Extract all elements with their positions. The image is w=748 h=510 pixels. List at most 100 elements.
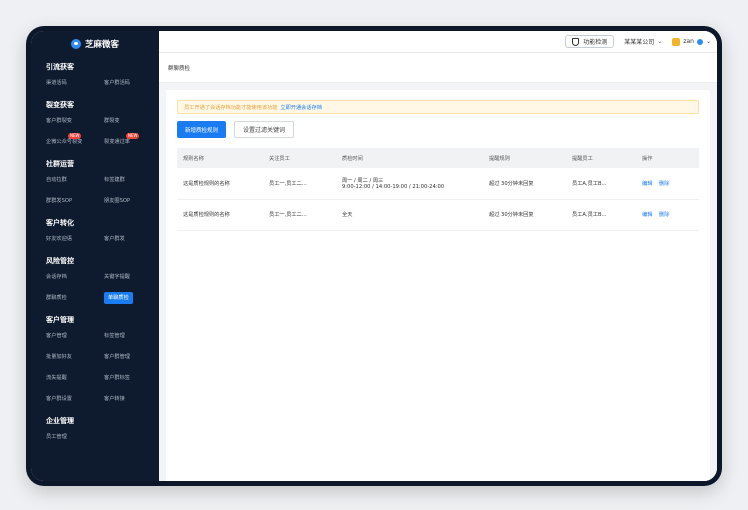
column-header: 提醒员工 bbox=[572, 155, 593, 162]
sidebar-item[interactable]: 客户管理 bbox=[46, 326, 104, 347]
sidebar-group-title: 客户转化 bbox=[46, 219, 74, 227]
filter-keywords-button[interactable]: 设置过滤关键词 bbox=[234, 121, 295, 138]
sidebar-item[interactable]: 群裂变 bbox=[104, 111, 159, 132]
sidebar-item[interactable]: 客户转接 bbox=[104, 389, 159, 410]
table-header-row: 规则名称 关注员工 质检时间 提醒规则 提醒员工 操作 bbox=[177, 148, 699, 168]
delete-link[interactable]: 删除 bbox=[659, 181, 669, 187]
add-rule-button[interactable]: 新增质检规则 bbox=[177, 121, 227, 138]
sidebar-group-title: 裂变获客 bbox=[46, 101, 74, 109]
sidebar-item-label: 客户群裂变 bbox=[46, 118, 72, 124]
sidebar-group-title: 企业管理 bbox=[46, 417, 74, 425]
rule-staff: 员工一,员工二... bbox=[269, 212, 307, 218]
app-window: 芝麻微客 引流获客渠道活码 客户群活码裂变获客客户群裂变 群裂变企微公众号裂变 NEW… bbox=[31, 31, 717, 481]
sidebar-item[interactable]: 企微公众号裂变 NEW bbox=[46, 132, 104, 153]
sidebar-item-label: 标签管理 bbox=[104, 333, 125, 339]
column-header: 提醒规则 bbox=[489, 155, 510, 162]
sidebar-item[interactable]: 客户群发 bbox=[104, 229, 159, 250]
column-header: 操作 bbox=[642, 155, 653, 162]
sidebar-item-label: 会话存档 bbox=[46, 274, 67, 280]
user-menu[interactable]: zan ⌄ bbox=[672, 37, 711, 46]
sidebar-item-label: 流失提醒 bbox=[46, 375, 67, 381]
sidebar-item[interactable]: 会话存档 bbox=[46, 267, 104, 288]
sidebar-item-label: 标签建群 bbox=[104, 177, 125, 183]
sidebar-item[interactable]: 朋友圈SOP bbox=[104, 191, 159, 212]
sidebar-group-title: 社群运营 bbox=[46, 160, 74, 168]
sidebar-group-title: 引流获客 bbox=[46, 63, 74, 71]
status-dot-icon bbox=[696, 38, 703, 45]
sidebar-group-title: 客户管理 bbox=[46, 316, 74, 324]
sidebar-item-label: 群聊质检 bbox=[46, 295, 67, 301]
rule-notify: 员工A,员工B... bbox=[572, 212, 607, 218]
sidebar-item[interactable]: 流失提醒 bbox=[46, 368, 104, 389]
function-check-button[interactable]: 功能检测 bbox=[565, 35, 615, 48]
sidebar-item[interactable]: 自动拉群 bbox=[46, 170, 104, 191]
sidebar-group: 客户管理 客户管理 标签管理 批量加好友 客户群管理 流失提醒 客户群标签 客户群设置 客户转接 bbox=[31, 314, 159, 410]
user-name: zan bbox=[683, 38, 694, 45]
sidebar-item-label: 单聊质检 bbox=[104, 292, 133, 304]
sidebar-item-label: 好友欢迎语 bbox=[46, 236, 72, 242]
company-name: 某某某公司 bbox=[624, 39, 655, 46]
sidebar-item[interactable]: 渠道活码 bbox=[46, 73, 104, 94]
app-logo[interactable]: 芝麻微客 bbox=[31, 34, 159, 54]
sidebar-item[interactable]: 标签建群 bbox=[104, 170, 159, 191]
sidebar-item-label: 客户转接 bbox=[104, 396, 125, 402]
sidebar-item-label: 朋友圈SOP bbox=[104, 198, 131, 204]
sidebar-item[interactable]: 群群发SOP bbox=[46, 191, 104, 212]
sidebar-item-grid: 渠道活码 客户群活码 bbox=[46, 73, 159, 94]
company-selector[interactable]: 某某某公司 ⌄ bbox=[624, 37, 662, 46]
function-check-label: 功能检测 bbox=[583, 39, 608, 46]
notice-bar: 员工开通了会话存档功能才能使用该功能 立即开通会话存档 bbox=[177, 100, 699, 114]
sidebar-item[interactable]: 裂变通过率 NEW bbox=[104, 132, 159, 153]
sidebar-item-label: 客户群管理 bbox=[104, 354, 130, 360]
edit-link[interactable]: 编辑 bbox=[642, 212, 652, 218]
sidebar-group: 风险管控 会话存档 关键字提醒 群聊质检 单聊质检 bbox=[31, 255, 159, 309]
sidebar-item[interactable]: 标签管理 bbox=[104, 326, 159, 347]
sidebar-item[interactable]: 客户群裂变 bbox=[46, 111, 104, 132]
app-name: 芝麻微客 bbox=[84, 40, 119, 50]
sidebar-item-label: 裂变通过率 bbox=[104, 139, 130, 145]
sidebar-item-grid: 客户群裂变 群裂变 企微公众号裂变 NEW 裂变通过率 NEW bbox=[46, 111, 159, 153]
sidebar-group: 客户转化好友欢迎语 客户群发 bbox=[31, 217, 159, 250]
sidebar-item-label: 自动拉群 bbox=[46, 177, 67, 183]
sidebar-item-grid: 客户管理 标签管理批量加好友 客户群管理流失提醒 客户群标签客户群设置 客户转接 bbox=[46, 326, 159, 410]
sidebar-item[interactable]: 关键字提醒 bbox=[104, 267, 159, 288]
notice-text: 员工开通了会话存档功能才能使用该功能 bbox=[184, 104, 278, 111]
sidebar-item-label: 渠道活码 bbox=[46, 80, 67, 86]
main-area: 功能检测 某某某公司 ⌄ zan ⌄ 群聊质检 员工开通了会话存档功能才能使用该… bbox=[159, 31, 717, 481]
rule-name: 这是质检规则的名称 bbox=[183, 180, 230, 187]
sidebar-group: 企业管理 员工管理 bbox=[31, 415, 159, 448]
sidebar-item-grid: 会话存档 关键字提醒群聊质检 单聊质检 bbox=[46, 267, 159, 309]
sidebar-item[interactable]: 客户群设置 bbox=[46, 389, 104, 410]
sidebar-item[interactable]: 客户群活码 bbox=[104, 73, 159, 94]
sidebar-item[interactable]: 群聊质检 bbox=[46, 288, 104, 309]
top-bar: 功能检测 某某某公司 ⌄ zan ⌄ bbox=[159, 31, 717, 53]
sidebar-item[interactable]: 批量加好友 bbox=[46, 347, 104, 368]
sidebar-item[interactable]: 好友欢迎语 bbox=[46, 229, 104, 250]
rule-name: 这是质检规则的名称 bbox=[183, 212, 230, 218]
table-row: 这是质检规则的名称 员工一,员工二... 周一 / 周二 / 周三 9:00-1… bbox=[177, 168, 699, 199]
sidebar-item-label: 客户群活码 bbox=[104, 80, 130, 86]
new-badge: NEW bbox=[68, 133, 82, 139]
sidebar-item-label: 企微公众号裂变 bbox=[46, 139, 83, 145]
rule-reminder: 超过 30分钟未回复 bbox=[489, 180, 534, 187]
notice-link[interactable]: 立即开通会话存档 bbox=[280, 104, 322, 111]
sidebar-item-label: 批量加好友 bbox=[46, 354, 72, 360]
sidebar-item[interactable]: 客户群标签 bbox=[104, 368, 159, 389]
sidebar-item[interactable]: 单聊质检 bbox=[104, 288, 159, 309]
sidebar-group: 裂变获客 客户群裂变 群裂变 企微公众号裂变 NEW 裂变通过率 NEW bbox=[31, 99, 159, 153]
sidebar-group: 社群运营自动拉群 标签建群群群发SOP 朋友圈SOP bbox=[31, 158, 159, 212]
rule-notify: 员工A,员工B... bbox=[572, 180, 607, 187]
sidebar-item[interactable]: 员工管理 bbox=[46, 427, 104, 448]
rule-time: 全天 bbox=[336, 199, 483, 230]
sidebar-item-label: 群群发SOP bbox=[46, 198, 73, 204]
sidebar-item-label: 客户群设置 bbox=[46, 396, 72, 402]
edit-link[interactable]: 编辑 bbox=[642, 181, 652, 187]
shield-icon bbox=[572, 37, 580, 46]
rule-time-days: 周一 / 周二 / 周三 bbox=[342, 177, 384, 184]
sidebar-item-label: 关键字提醒 bbox=[104, 274, 130, 280]
sidebar-item[interactable]: 客户群管理 bbox=[104, 347, 159, 368]
column-header: 质检时间 bbox=[342, 155, 363, 162]
sidebar-group: 引流获客渠道活码 客户群活码 bbox=[31, 61, 159, 94]
delete-link[interactable]: 删除 bbox=[659, 212, 669, 218]
sidebar-item-label: 群裂变 bbox=[104, 118, 120, 124]
